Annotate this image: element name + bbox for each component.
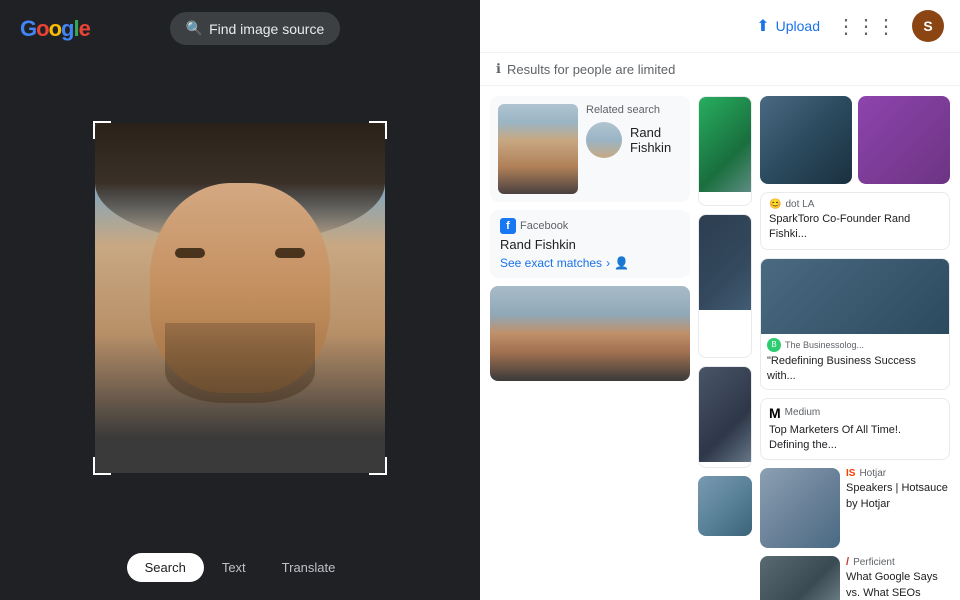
results-limited-bar: ℹ Results for people are limited bbox=[480, 53, 960, 86]
wpmu-thumbnail bbox=[699, 215, 752, 310]
hotjar-img-placeholder bbox=[760, 468, 840, 548]
results-col-middle: L Life Self Mastery Ep 65: How to bootst… bbox=[698, 96, 752, 600]
hotjar-source: IS Hotjar bbox=[846, 468, 950, 479]
right-img-placeholder-1 bbox=[760, 96, 852, 184]
corner-handle-tr bbox=[369, 121, 387, 139]
right-top-bar: ⬆ Upload ⋮⋮⋮ S bbox=[480, 0, 960, 53]
related-person-row: Rand Fishkin bbox=[586, 122, 682, 158]
lsm-thumbnail bbox=[699, 97, 752, 192]
info-icon: ℹ bbox=[496, 61, 501, 77]
right-image-2[interactable] bbox=[858, 96, 950, 184]
grid-icon[interactable]: ⋮⋮⋮ bbox=[836, 14, 896, 39]
perficient-image[interactable] bbox=[760, 556, 840, 600]
right-card-medium[interactable]: M Medium Top Marketers Of All Time!. Def… bbox=[760, 398, 950, 461]
perficient-source: / Perficient bbox=[846, 556, 950, 568]
upload-label: Upload bbox=[776, 18, 820, 34]
left-panel: Google 🔍 Find image source bbox=[0, 0, 480, 600]
chevron-right-icon: › bbox=[606, 256, 610, 270]
related-person-name: Rand Fishkin bbox=[630, 125, 682, 155]
avatar[interactable]: S bbox=[912, 10, 944, 42]
businessolog-info: B The Businessolog... "Redefining Busine… bbox=[761, 334, 949, 389]
corner-handle-br bbox=[369, 457, 387, 475]
tab-search[interactable]: Search bbox=[127, 553, 204, 582]
image-frame bbox=[95, 123, 385, 473]
hotjar-info: IS Hotjar Speakers | Hotsauce by Hotjar bbox=[846, 468, 950, 548]
bottom-left-image[interactable] bbox=[490, 286, 690, 381]
left-top-bar: Google 🔍 Find image source bbox=[0, 0, 480, 57]
upload-icon: ⬆ bbox=[756, 16, 769, 36]
results-grid: Related search Rand Fishkin f Facebook bbox=[480, 86, 960, 600]
middle-card-lsm[interactable]: L Life Self Mastery Ep 65: How to bootst… bbox=[698, 96, 752, 206]
right-top-image-pair bbox=[760, 96, 950, 184]
right-card-dotla[interactable]: 😊 dot LA SparkToro Co-Founder Rand Fishk… bbox=[760, 192, 950, 250]
find-source-button[interactable]: 🔍 Find image source bbox=[170, 12, 341, 45]
medium-title: Top Marketers Of All Time!. Defining the… bbox=[769, 423, 941, 454]
perficient-icon: / bbox=[846, 556, 849, 568]
related-person-avatar bbox=[586, 122, 622, 158]
related-search-info: Related search Rand Fishkin bbox=[586, 104, 682, 158]
tab-translate[interactable]: Translate bbox=[264, 553, 354, 582]
perficient-title: What Google Says vs. What SEOs Believe, … bbox=[846, 570, 950, 600]
corner-handle-tl bbox=[93, 121, 111, 139]
businessolog-row: B The Businessolog... "Redefining Busine… bbox=[760, 258, 950, 390]
person-name-facebook: Rand Fishkin bbox=[500, 237, 680, 252]
bottom-tabs: Search Text Translate bbox=[127, 539, 354, 600]
right-image-1[interactable] bbox=[760, 96, 852, 184]
facebook-source: f Facebook bbox=[500, 218, 680, 234]
businessolog-image[interactable]: B The Businessolog... "Redefining Busine… bbox=[760, 258, 950, 390]
image-container bbox=[0, 57, 480, 539]
middle-bottom-image[interactable] bbox=[698, 476, 752, 536]
tab-text[interactable]: Text bbox=[204, 553, 264, 582]
middle-card-wpmu[interactable]: W WPMU DEV Top SEO Experts to You Need t… bbox=[698, 214, 752, 358]
results-col-right: 😊 dot LA SparkToro Co-Founder Rand Fishk… bbox=[760, 96, 950, 600]
corner-handle-bl bbox=[93, 457, 111, 475]
exact-matches-link[interactable]: See exact matches › 👤 bbox=[500, 256, 680, 270]
person-icon: 👤 bbox=[614, 256, 629, 270]
dotla-title: SparkToro Co-Founder Rand Fishki... bbox=[769, 212, 941, 243]
perficient-info: / Perficient What Google Says vs. What S… bbox=[846, 556, 950, 600]
facebook-card[interactable]: f Facebook Rand Fishkin See exact matche… bbox=[490, 210, 690, 278]
leadpages-thumbnail bbox=[699, 367, 752, 462]
related-search-card[interactable]: Related search Rand Fishkin bbox=[490, 96, 690, 202]
perficient-img-placeholder bbox=[760, 556, 840, 600]
businessolog-icon: B bbox=[767, 338, 781, 352]
find-source-label: Find image source bbox=[209, 21, 324, 37]
medium-source: M Medium bbox=[769, 405, 941, 421]
right-panel: ⬆ Upload ⋮⋮⋮ S ℹ Results for people are … bbox=[480, 0, 960, 600]
hotjar-title: Speakers | Hotsauce by Hotjar bbox=[846, 481, 950, 512]
businessolog-source: B The Businessolog... bbox=[767, 338, 943, 352]
results-col-left: Related search Rand Fishkin f Facebook bbox=[490, 96, 690, 600]
medium-icon: M bbox=[769, 405, 781, 421]
dotla-source: 😊 dot LA bbox=[769, 199, 941, 210]
businessolog-title: "Redefining Business Success with... bbox=[767, 354, 943, 385]
google-logo: Google bbox=[20, 16, 90, 42]
hotjar-row: IS Hotjar Speakers | Hotsauce by Hotjar bbox=[760, 468, 950, 548]
right-img-placeholder-2 bbox=[858, 96, 950, 184]
upload-button[interactable]: ⬆ Upload bbox=[756, 16, 820, 36]
dotla-icon: 😊 bbox=[769, 199, 781, 210]
lens-icon: 🔍 bbox=[186, 20, 203, 37]
facebook-icon: f bbox=[500, 218, 516, 234]
middle-card-leadpages[interactable]: L Leadpages The Lead Generation Podcast … bbox=[698, 366, 752, 468]
results-limited-text: Results for people are limited bbox=[507, 62, 675, 77]
related-search-thumbnail bbox=[498, 104, 578, 194]
businessolog-img-placeholder bbox=[761, 259, 949, 334]
hotjar-icon: IS bbox=[846, 468, 855, 479]
uploaded-photo bbox=[95, 123, 385, 473]
related-search-label: Related search bbox=[586, 104, 682, 116]
hotjar-image[interactable] bbox=[760, 468, 840, 548]
perficient-row: / Perficient What Google Says vs. What S… bbox=[760, 556, 950, 600]
